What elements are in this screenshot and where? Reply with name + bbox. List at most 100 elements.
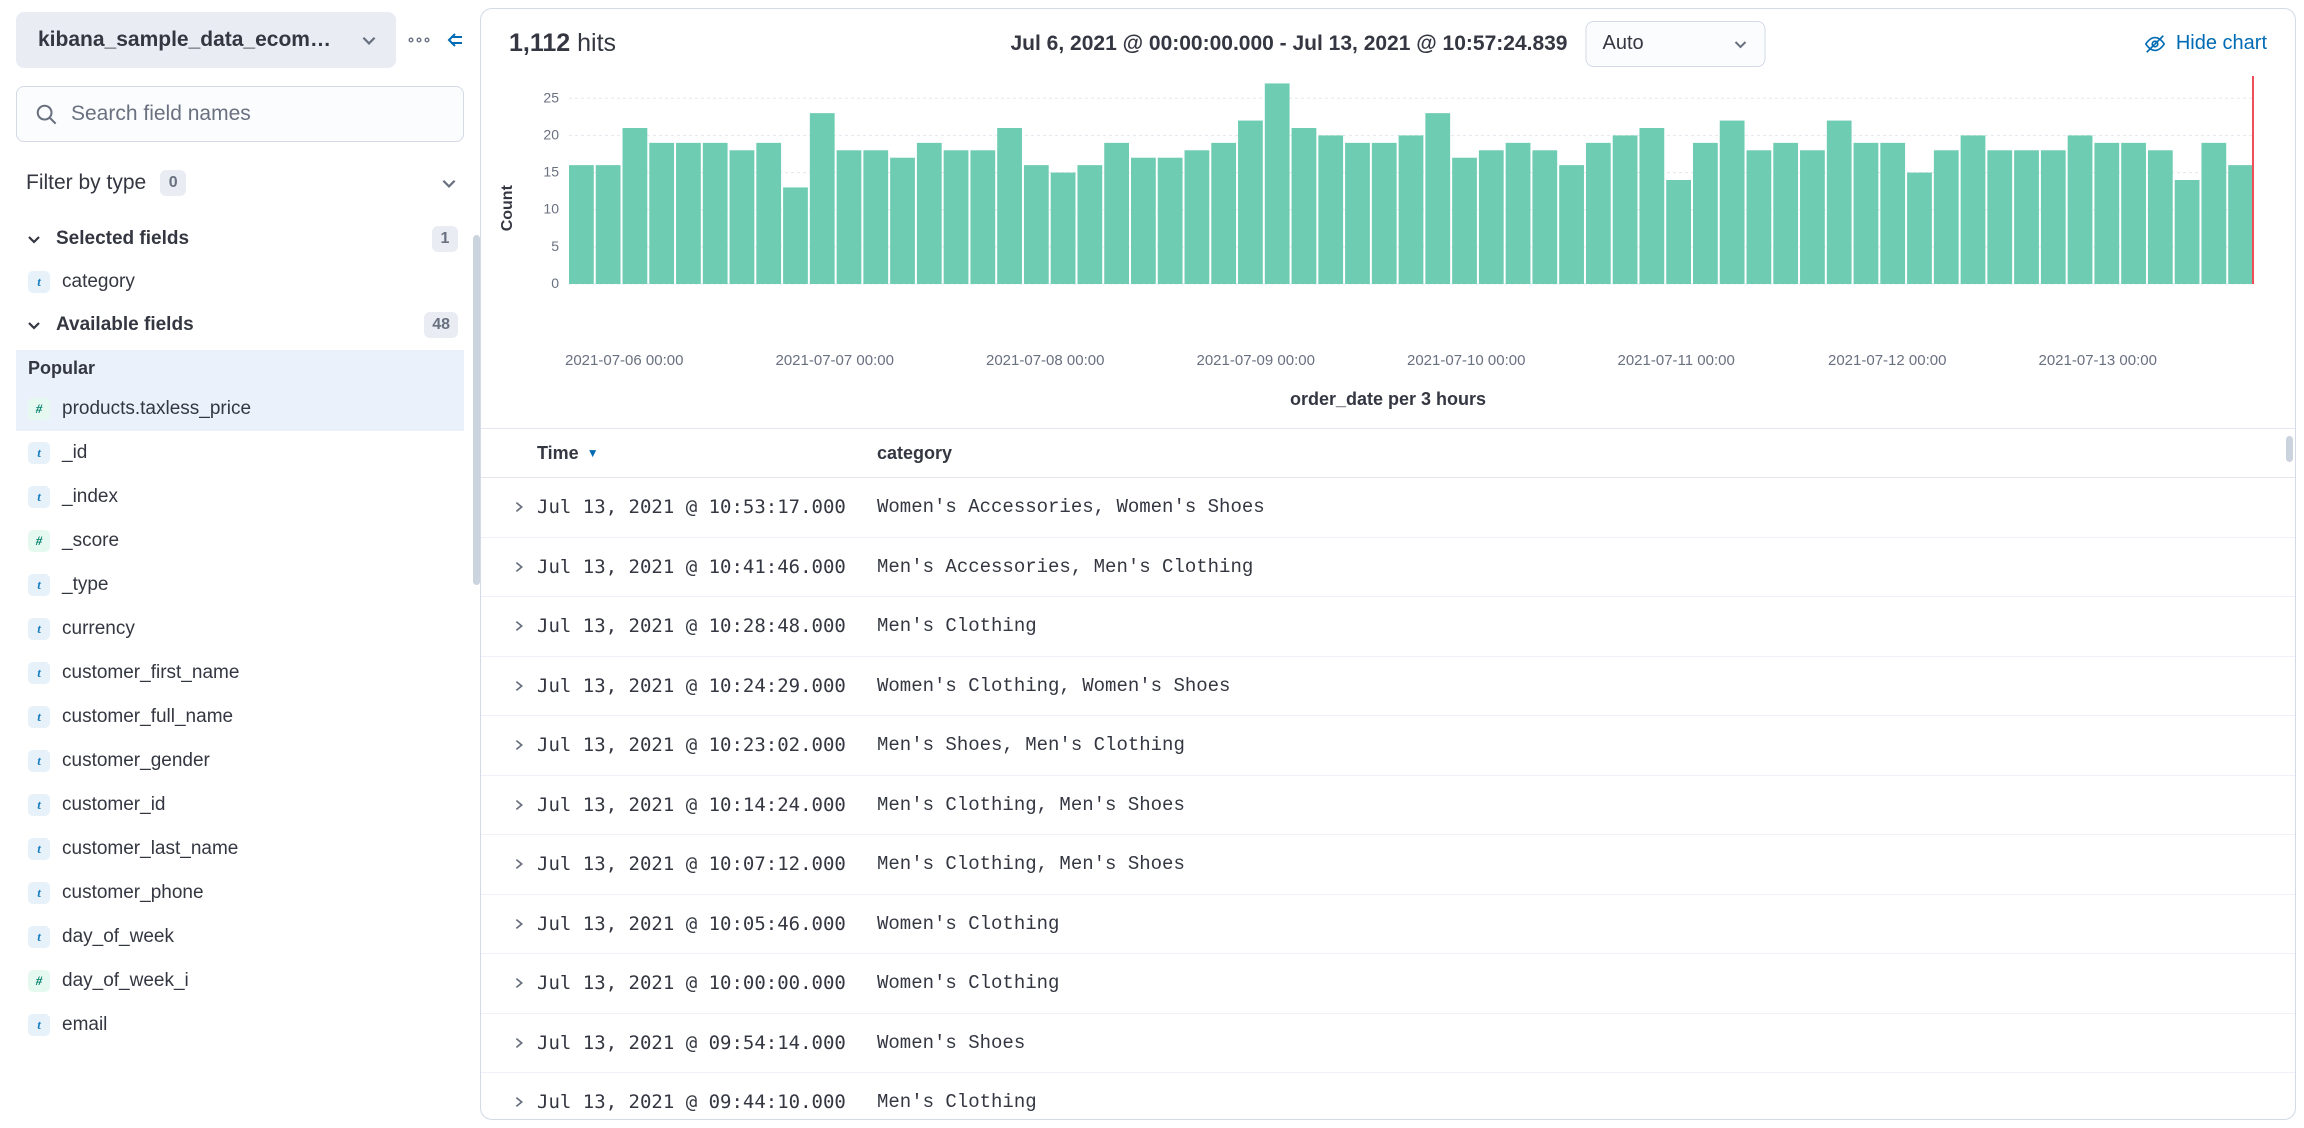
field-name: currency <box>62 618 135 640</box>
filter-by-type-toggle[interactable]: Filter by type 0 <box>16 160 464 206</box>
filter-by-type-label: Filter by type <box>26 171 146 195</box>
cell-category: Women's Clothing, Women's Shoes <box>877 675 1230 697</box>
field-name: category <box>62 271 135 293</box>
sidebar-scrollbar[interactable] <box>473 235 480 585</box>
field-item[interactable]: t customer_gender <box>16 739 464 783</box>
table-scrollbar[interactable] <box>2286 436 2293 462</box>
cell-time: Jul 13, 2021 @ 10:00:00.000 <box>537 972 877 994</box>
x-tick-label: 2021-07-09 00:00 <box>1197 352 1408 369</box>
column-header-category[interactable]: category <box>877 443 952 464</box>
field-type-icon: t <box>28 662 50 684</box>
expand-row-icon[interactable] <box>501 679 537 693</box>
expand-row-icon[interactable] <box>501 560 537 574</box>
x-tick-label: 2021-07-06 00:00 <box>565 352 776 369</box>
field-item[interactable]: t _type <box>16 563 464 607</box>
field-type-icon: t <box>28 442 50 464</box>
available-fields-header[interactable]: Available fields 48 <box>16 304 464 346</box>
cell-category: Men's Accessories, Men's Clothing <box>877 556 1253 578</box>
available-fields-title: Available fields <box>56 314 194 336</box>
field-name: customer_full_name <box>62 706 233 728</box>
y-axis-title: Count <box>499 185 517 231</box>
svg-text:10: 10 <box>543 201 559 217</box>
column-header-time[interactable]: Time ▼ <box>537 443 877 464</box>
field-name: email <box>62 1014 107 1036</box>
field-item[interactable]: t customer_last_name <box>16 827 464 871</box>
cell-category: Men's Clothing, Men's Shoes <box>877 853 1185 875</box>
field-name: customer_gender <box>62 750 210 772</box>
field-item[interactable]: t currency <box>16 607 464 651</box>
field-item[interactable]: t _id <box>16 431 464 475</box>
expand-row-icon[interactable] <box>501 798 537 812</box>
collapse-sidebar-icon[interactable] <box>442 31 464 49</box>
field-type-icon: t <box>28 706 50 728</box>
field-item[interactable]: t customer_full_name <box>16 695 464 739</box>
x-axis-ticks: 2021-07-06 00:002021-07-07 00:002021-07-… <box>481 352 2295 369</box>
field-item[interactable]: # day_of_week_i <box>16 959 464 1003</box>
main-panel: 1,112 hits Jul 6, 2021 @ 00:00:00.000 - … <box>480 8 2296 1120</box>
cell-time: Jul 13, 2021 @ 10:23:02.000 <box>537 734 877 756</box>
field-item[interactable]: # _score <box>16 519 464 563</box>
field-item[interactable]: t customer_phone <box>16 871 464 915</box>
field-type-icon: t <box>28 750 50 772</box>
expand-row-icon[interactable] <box>501 857 537 871</box>
cell-time: Jul 13, 2021 @ 10:53:17.000 <box>537 496 877 518</box>
cell-category: Women's Shoes <box>877 1032 1025 1054</box>
field-item[interactable]: t email <box>16 1003 464 1047</box>
table-row: Jul 13, 2021 @ 09:54:14.000 Women's Shoe… <box>481 1014 2295 1074</box>
filter-by-type-count: 0 <box>160 170 186 196</box>
fields-sidebar: kibana_sample_data_ecom… Filter by type … <box>0 0 480 1128</box>
cell-time: Jul 13, 2021 @ 10:05:46.000 <box>537 913 877 935</box>
search-fields-input-wrap[interactable] <box>16 86 464 142</box>
cell-time: Jul 13, 2021 @ 09:44:10.000 <box>537 1091 877 1113</box>
x-tick-label: 2021-07-08 00:00 <box>986 352 1197 369</box>
field-item[interactable]: # products.taxless_price <box>16 387 464 431</box>
cell-time: Jul 13, 2021 @ 10:41:46.000 <box>537 556 877 578</box>
cell-category: Men's Shoes, Men's Clothing <box>877 734 1185 756</box>
field-item[interactable]: t customer_first_name <box>16 651 464 695</box>
expand-row-icon[interactable] <box>501 738 537 752</box>
field-name: customer_first_name <box>62 662 239 684</box>
svg-text:0: 0 <box>551 275 559 290</box>
field-item[interactable]: t day_of_week <box>16 915 464 959</box>
index-pattern-selector[interactable]: kibana_sample_data_ecom… <box>16 12 396 68</box>
field-type-icon: t <box>28 618 50 640</box>
chart-interval-value: Auto <box>1602 32 1643 55</box>
field-item[interactable]: t _index <box>16 475 464 519</box>
x-tick-label: 2021-07-13 00:00 <box>2039 352 2250 369</box>
hits-count: 1,112 hits <box>509 29 616 58</box>
expand-row-icon[interactable] <box>501 500 537 514</box>
table-row: Jul 13, 2021 @ 10:41:46.000 Men's Access… <box>481 538 2295 598</box>
hide-chart-label: Hide chart <box>2176 32 2267 55</box>
field-type-icon: t <box>28 882 50 904</box>
expand-row-icon[interactable] <box>501 619 537 633</box>
table-header: Time ▼ category <box>481 428 2295 478</box>
svg-text:15: 15 <box>543 164 559 180</box>
chevron-down-icon <box>1732 36 1748 52</box>
field-name: customer_id <box>62 794 166 816</box>
svg-text:25: 25 <box>543 89 559 105</box>
field-item[interactable]: t category <box>16 260 464 304</box>
field-item[interactable]: t customer_id <box>16 783 464 827</box>
x-axis-title: order_date per 3 hours <box>481 389 2295 410</box>
chevron-down-icon <box>440 174 458 192</box>
field-type-icon: t <box>28 271 50 293</box>
histogram-chart[interactable]: 0510152025 <box>499 70 2259 290</box>
field-name: day_of_week <box>62 926 174 948</box>
search-fields-input[interactable] <box>71 102 445 126</box>
field-type-icon: t <box>28 794 50 816</box>
options-icon[interactable] <box>408 32 430 48</box>
expand-row-icon[interactable] <box>501 1095 537 1109</box>
field-type-icon: # <box>28 530 50 552</box>
cell-category: Women's Clothing <box>877 972 1059 994</box>
hide-chart-button[interactable]: Hide chart <box>2144 32 2267 55</box>
x-tick-label: 2021-07-07 00:00 <box>776 352 987 369</box>
expand-row-icon[interactable] <box>501 1036 537 1050</box>
selected-fields-header[interactable]: Selected fields 1 <box>16 218 464 260</box>
expand-row-icon[interactable] <box>501 976 537 990</box>
index-pattern-name: kibana_sample_data_ecom… <box>38 28 331 52</box>
field-type-icon: t <box>28 1014 50 1036</box>
x-tick-label: 2021-07-10 00:00 <box>1407 352 1618 369</box>
expand-row-icon[interactable] <box>501 917 537 931</box>
svg-text:5: 5 <box>551 238 559 254</box>
chart-interval-select[interactable]: Auto <box>1585 21 1765 67</box>
